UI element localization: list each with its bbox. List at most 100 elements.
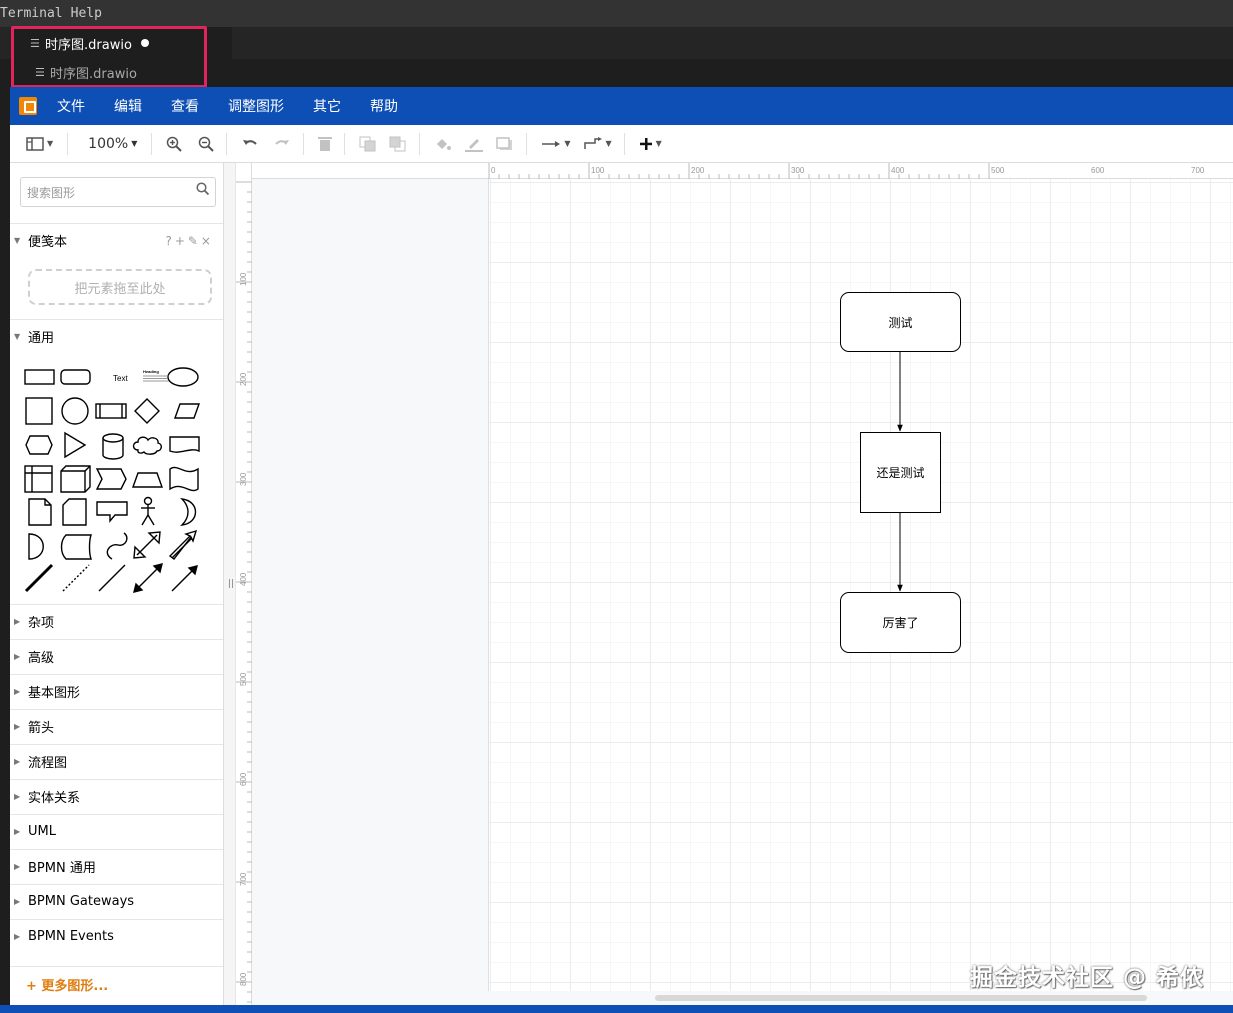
insert-button[interactable]: ▼ (639, 132, 662, 156)
bidirectional-arrow-shape[interactable] (133, 531, 161, 559)
actor-shape[interactable] (141, 496, 155, 526)
parallelogram-shape[interactable] (174, 403, 200, 419)
section-title: 实体关系 (28, 791, 81, 806)
note-shape[interactable] (28, 498, 52, 526)
menu-extras[interactable]: 其它 (313, 96, 341, 116)
menu-terminal[interactable]: Terminal (0, 6, 71, 21)
chevron-down-icon: ▼ (14, 236, 21, 245)
redo-button[interactable] (273, 132, 291, 156)
menu-edit[interactable]: 编辑 (114, 96, 142, 116)
sidebar-section[interactable]: ▶ 高级 (10, 639, 223, 673)
sidebar-splitter[interactable]: || (224, 163, 236, 1005)
chevron-down-icon: ▼ (14, 332, 21, 341)
rounded-rect-shape[interactable] (60, 369, 91, 385)
ruler-tick-label: 700 (239, 872, 248, 886)
ruler-tick-label: 500 (239, 672, 248, 686)
line-shape[interactable] (98, 564, 126, 592)
card-shape[interactable] (62, 498, 87, 526)
data-storage-shape[interactable] (60, 534, 92, 560)
diamond-shape[interactable] (134, 398, 160, 424)
more-shapes-link[interactable]: + 更多图形... (26, 975, 108, 994)
document-shape[interactable] (169, 436, 200, 453)
paint-bucket-icon (437, 138, 452, 150)
heading-shape[interactable]: Heading (143, 369, 159, 374)
circle-shape[interactable] (61, 397, 89, 425)
tape-shape[interactable] (169, 466, 199, 492)
pencil-icon (465, 138, 484, 152)
sidebar-section[interactable]: ▶ 实体关系 (10, 779, 223, 813)
fill-color-button[interactable] (434, 132, 452, 156)
trapezoid-shape[interactable] (132, 472, 163, 488)
breadcrumb-file[interactable]: 时序图.drawio (50, 63, 137, 82)
menu-help[interactable]: Help (71, 6, 110, 21)
delete-button[interactable] (318, 132, 333, 156)
line-color-button[interactable] (464, 132, 484, 156)
swimlane-shape[interactable] (24, 465, 53, 493)
text-shape[interactable]: Text (113, 374, 128, 383)
menu-file[interactable]: 文件 (57, 96, 85, 116)
zoom-out-button[interactable] (198, 132, 215, 156)
menu-view[interactable]: 查看 (171, 96, 199, 116)
cylinder-shape[interactable] (102, 433, 124, 460)
sidebar-section[interactable]: ▶ 杂项 (10, 604, 223, 638)
shape-search-input[interactable]: 搜索图形 (20, 177, 216, 207)
process-shape[interactable] (95, 403, 127, 419)
scratchpad-tools[interactable]: ?+✎× (165, 234, 214, 248)
shadow-button[interactable] (496, 132, 514, 156)
ellipse-shape[interactable] (167, 367, 199, 387)
sidebar-section[interactable]: ▶ UML (10, 814, 223, 848)
zoom-in-button[interactable] (166, 132, 183, 156)
directional-connector-shape[interactable] (171, 565, 198, 592)
undo-button[interactable] (241, 132, 259, 156)
section-title: BPMN Gateways (28, 894, 135, 909)
shadow-icon (496, 136, 513, 150)
sidebar-section[interactable]: ▶ BPMN Gateways (10, 884, 223, 918)
step-shape[interactable] (95, 468, 127, 490)
chevron-right-icon: ▶ (14, 687, 21, 696)
dotted-line-shape[interactable] (62, 564, 90, 592)
sidebar-section[interactable]: ▶ BPMN Events (10, 919, 223, 953)
section-general[interactable]: ▼ 通用 (10, 319, 223, 353)
connection-style-button[interactable]: ▼ (541, 132, 571, 156)
sidebar-section[interactable]: ▶ 流程图 (10, 744, 223, 778)
to-front-button[interactable] (359, 132, 377, 156)
thick-line-shape[interactable] (24, 563, 54, 593)
section-title: 基本图形 (28, 686, 81, 701)
ruler-tick-label: 800 (239, 972, 248, 986)
curve-shape[interactable] (106, 532, 128, 560)
diagram-node-awesome[interactable]: 厉害了 (840, 592, 961, 653)
cloud-shape[interactable] (132, 436, 162, 455)
chevron-down-icon: ▼ (47, 139, 54, 148)
drawio-logo-icon (19, 97, 37, 115)
bidirectional-connector-shape[interactable] (133, 563, 163, 593)
scratchpad-dropzone[interactable]: 把元素拖至此处 (28, 269, 212, 305)
menu-arrange[interactable]: 调整图形 (228, 96, 284, 116)
diagram-node-test[interactable]: 测试 (840, 292, 961, 352)
to-back-button[interactable] (389, 132, 407, 156)
waypoints-button[interactable]: ▼ (583, 132, 612, 156)
editor-tab-active[interactable]: ☰ 时序图.drawio (12, 27, 232, 59)
sidebar-section[interactable]: ▶ 基本图形 (10, 674, 223, 708)
sidebar-section[interactable]: ▶ 箭头 (10, 709, 223, 743)
rectangle-shape[interactable] (24, 369, 55, 385)
menu-help-drawio[interactable]: 帮助 (370, 96, 398, 116)
triangle-shape[interactable] (64, 431, 87, 459)
view-panels-button[interactable]: ▼ (26, 132, 53, 156)
or-shape[interactable] (180, 498, 197, 526)
arrow-shape[interactable] (168, 529, 198, 560)
hexagon-shape[interactable] (25, 435, 53, 455)
section-scratchpad[interactable]: ▼ 便笺本 ?+✎× (10, 223, 223, 257)
bottom-bar (0, 1005, 1233, 1013)
section-title: 高级 (28, 651, 55, 666)
zoom-select[interactable]: 100% ▼ (88, 132, 137, 156)
unsaved-dot-icon[interactable] (140, 39, 149, 47)
callout-shape[interactable] (96, 501, 128, 523)
sidebar-section[interactable]: ▶ BPMN 通用 (10, 849, 223, 883)
diagram-node-still-test[interactable]: 还是测试 (860, 432, 941, 513)
ruler-tick-label: 600 (1091, 166, 1105, 175)
delay-shape[interactable] (28, 533, 44, 560)
diagram-page[interactable]: 测试 还是测试 厉害了 (488, 179, 1233, 991)
horizontal-scrollbar[interactable] (655, 995, 1147, 1001)
cube-shape[interactable] (60, 465, 91, 493)
square-shape[interactable] (25, 397, 53, 425)
